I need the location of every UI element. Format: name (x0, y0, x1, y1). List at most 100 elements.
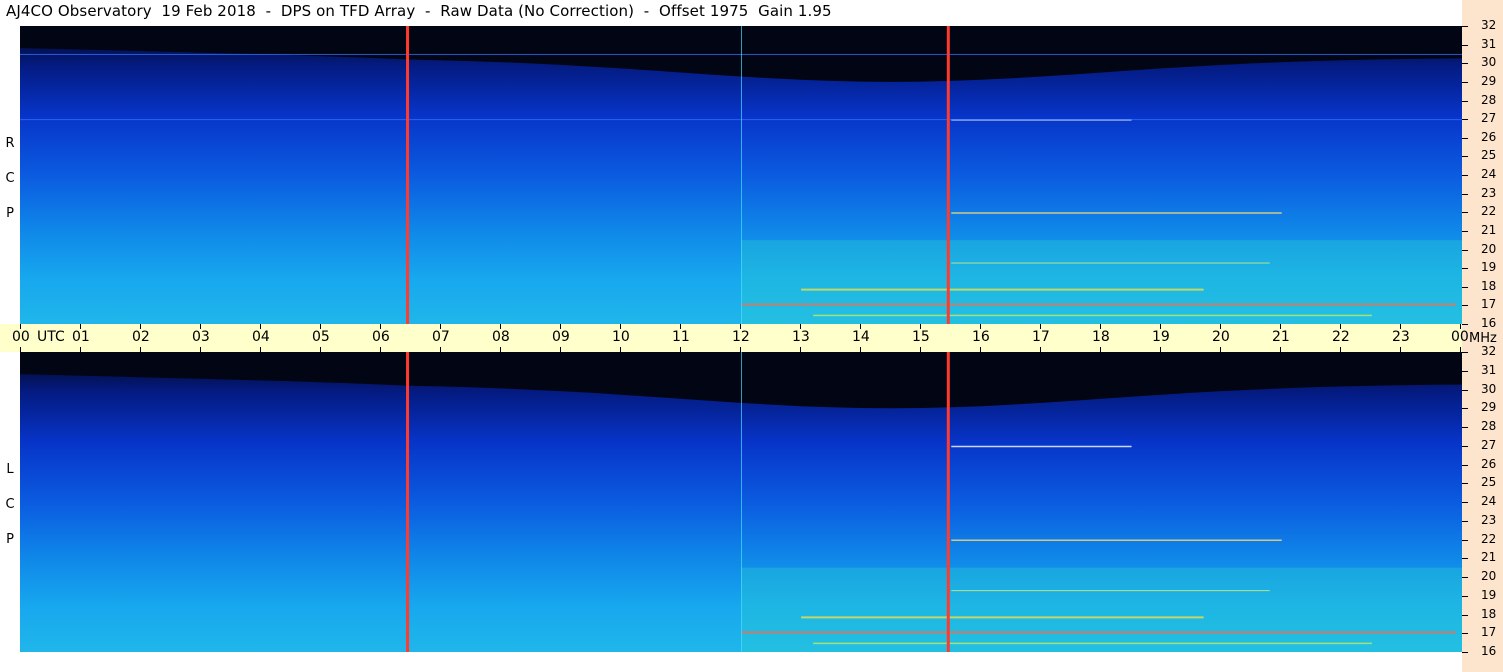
time-tick-mark (1460, 324, 1461, 329)
time-tick-label: 23 (1392, 329, 1410, 345)
frequency-tick-mark (1462, 652, 1468, 653)
vertical-marker-line (946, 352, 950, 652)
time-tick-label: 15 (912, 329, 930, 345)
left-label-strip-top: R C P (0, 26, 20, 324)
time-tick-label: 10 (612, 329, 630, 345)
time-tick-label: 16 (972, 329, 990, 345)
frequency-tick-label: 22 (1481, 532, 1497, 546)
time-tick-label: 05 (312, 329, 330, 345)
emission-band (951, 262, 1270, 264)
frequency-tick-label: 25 (1481, 148, 1497, 162)
frequency-tick-label: 30 (1481, 55, 1497, 69)
time-tick-label: 08 (492, 329, 510, 345)
frequency-tick-mark (1462, 305, 1468, 306)
frequency-tick-label: 23 (1481, 186, 1497, 200)
polarization-label-rcp: R C P (2, 126, 18, 231)
frequency-tick-mark (1462, 540, 1468, 541)
time-tick-mark (680, 347, 681, 352)
polarization-letter: R (5, 136, 15, 151)
vertical-marker-line (406, 352, 410, 652)
frequency-tick-mark (1462, 558, 1468, 559)
time-tick-label: 02 (132, 329, 150, 345)
frequency-tick-mark (1462, 465, 1468, 466)
time-tick-mark (680, 324, 681, 329)
time-tick-mark (800, 324, 801, 329)
emission-band (801, 288, 1204, 291)
time-tick-mark (260, 324, 261, 329)
time-tick-mark (1340, 347, 1341, 352)
time-tick-label: 14 (852, 329, 870, 345)
time-tick-mark (920, 324, 921, 329)
frequency-tick-mark (1462, 138, 1468, 139)
vertical-marker-line (946, 26, 950, 324)
time-tick-label: 04 (252, 329, 270, 345)
polarization-label-lcp: L C P (2, 452, 18, 557)
time-tick-mark (1280, 347, 1281, 352)
frequency-tick-label: 29 (1481, 74, 1497, 88)
frequency-tick-mark (1462, 324, 1468, 325)
emission-band (741, 631, 1456, 634)
time-tick-mark (560, 347, 561, 352)
time-tick-label: 01 (72, 329, 90, 345)
time-tick-mark (560, 324, 561, 329)
frequency-tick-label: 26 (1481, 457, 1497, 471)
time-tick-mark (200, 324, 201, 329)
window-title: AJ4CO Observatory 19 Feb 2018 - DPS on T… (6, 2, 832, 20)
frequency-tick-label: 27 (1481, 111, 1497, 125)
time-tick-label: 07 (432, 329, 450, 345)
frequency-tick-mark (1462, 194, 1468, 195)
emission-band (951, 212, 1282, 214)
frequency-tick-mark (1462, 633, 1468, 634)
time-tick-mark (740, 324, 741, 329)
frequency-tick-label: 29 (1481, 400, 1497, 414)
time-tick-mark (1160, 347, 1161, 352)
time-tick-label: 22 (1332, 329, 1350, 345)
rcp-heatmap-svg (20, 26, 1462, 324)
time-tick-mark (1220, 324, 1221, 329)
time-tick-mark (200, 347, 201, 352)
time-tick-mark (500, 347, 501, 352)
time-tick-mark (20, 347, 21, 352)
frequency-tick-mark (1462, 371, 1468, 372)
frequency-tick-mark (1462, 231, 1468, 232)
frequency-tick-label: 28 (1481, 419, 1497, 433)
time-unit-label: UTC (37, 329, 65, 345)
frequency-tick-mark (1462, 45, 1468, 46)
frequency-tick-mark (1462, 502, 1468, 503)
time-tick-mark (1460, 347, 1461, 352)
time-tick-mark (440, 347, 441, 352)
time-tick-mark (740, 347, 741, 352)
frequency-tick-mark (1462, 63, 1468, 64)
frequency-tick-label: 16 (1481, 316, 1497, 330)
frequency-tick-mark (1462, 26, 1468, 27)
frequency-tick-label: 21 (1481, 550, 1497, 564)
frequency-tick-label: 16 (1481, 644, 1497, 658)
emission-band (801, 616, 1204, 619)
frequency-tick-mark (1462, 408, 1468, 409)
spectrogram-lcp (20, 352, 1462, 652)
frequency-tick-label: 32 (1481, 344, 1497, 358)
time-tick-mark (620, 324, 621, 329)
time-tick-mark (500, 324, 501, 329)
polarization-letter: P (6, 532, 14, 547)
time-tick-mark (380, 324, 381, 329)
frequency-tick-mark (1462, 101, 1468, 102)
frequency-tick-label: 23 (1481, 513, 1497, 527)
polarization-letter: C (5, 171, 15, 186)
vertical-marker-line (406, 26, 410, 324)
spectrogram-rcp (20, 26, 1462, 324)
frequency-tick-label: 25 (1481, 475, 1497, 489)
time-tick-label: 12 (732, 329, 750, 345)
emission-band (951, 445, 1132, 448)
time-tick-mark (1340, 324, 1341, 329)
frequency-tick-mark (1462, 352, 1468, 353)
time-tick-mark (320, 324, 321, 329)
frequency-tick-mark (1462, 483, 1468, 484)
frequency-tick-label: 19 (1481, 260, 1497, 274)
frequency-tick-label: 20 (1481, 242, 1497, 256)
cyan-marker-line (741, 352, 742, 652)
time-tick-mark (980, 324, 981, 329)
daytime-activity-region (741, 567, 1462, 652)
time-tick-mark (20, 324, 21, 329)
polarization-letter: C (5, 497, 15, 512)
